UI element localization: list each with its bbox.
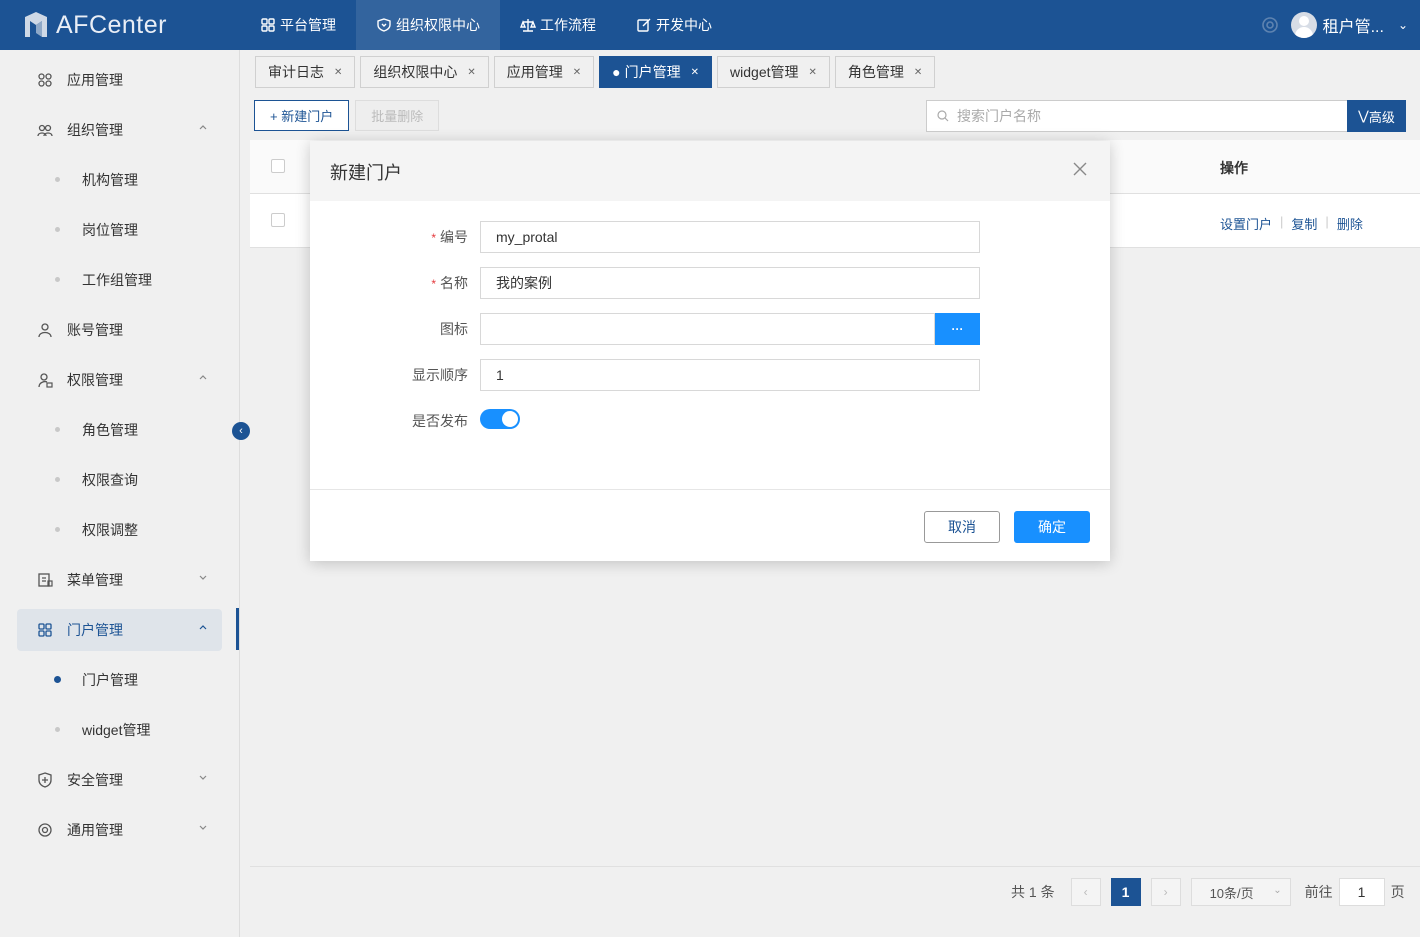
close-icon[interactable] [1072, 161, 1088, 177]
new-portal-dialog: 新建门户 * 编号 my_protal * 名称 我的案例 图标 ··· 显示顺序 … [310, 141, 1110, 561]
icon-label: 图标 [440, 321, 468, 337]
name-label: * 名称 [431, 273, 468, 293]
code-label-text: 编号 [440, 229, 468, 245]
code-field[interactable]: my_protal [480, 221, 980, 253]
dialog-header: 新建门户 [310, 141, 1110, 201]
order-field[interactable]: 1 [480, 359, 980, 391]
icon-field[interactable] [480, 313, 935, 345]
form-row-order: 显示顺序 1 [310, 359, 1110, 391]
name-field[interactable]: 我的案例 [480, 267, 980, 299]
icon-picker-button[interactable]: ··· [935, 313, 980, 345]
required-mark: * [431, 231, 436, 245]
publish-toggle[interactable] [480, 409, 520, 429]
name-label-text: 名称 [440, 275, 468, 291]
form-row-name: * 名称 我的案例 [310, 267, 1110, 299]
cancel-button[interactable]: 取消 [924, 511, 1000, 543]
form-row-code: * 编号 my_protal [310, 221, 1110, 253]
code-label: * 编号 [431, 227, 468, 247]
dialog-footer: 取消 确定 [310, 489, 1110, 561]
dialog-title: 新建门户 [330, 163, 402, 183]
required-mark: * [431, 277, 436, 291]
form-row-icon: 图标 ··· [310, 313, 1110, 345]
confirm-button[interactable]: 确定 [1014, 511, 1090, 543]
sidebar-collapse-button[interactable]: ‹ [232, 422, 250, 440]
form-row-publish: 是否发布 [310, 405, 1110, 437]
publish-label: 是否发布 [412, 413, 468, 429]
order-label: 显示顺序 [412, 367, 468, 383]
